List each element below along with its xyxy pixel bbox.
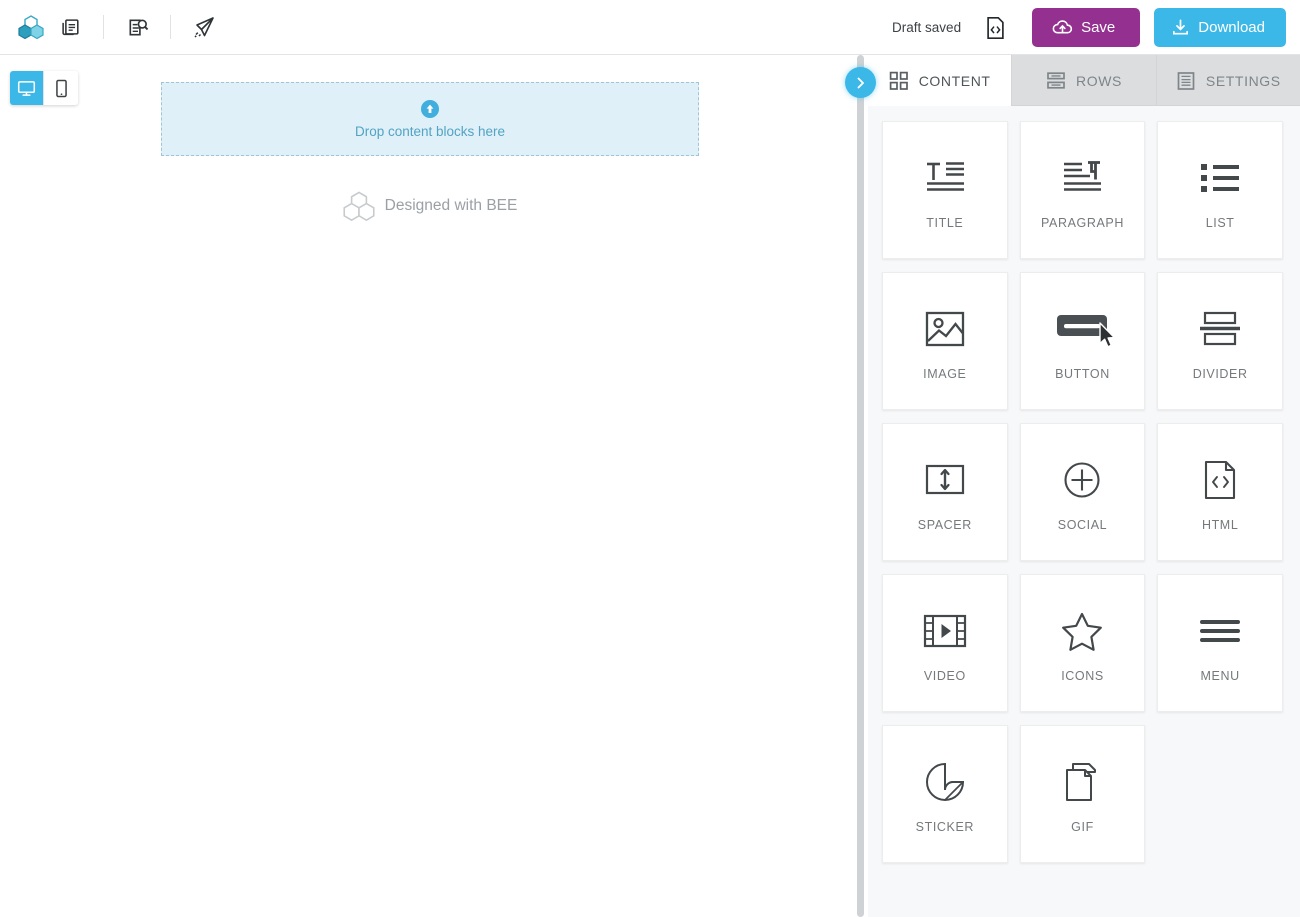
spacer-icon xyxy=(923,452,967,508)
sidebar-tabs: CONTENT ROWS SETTINGS xyxy=(868,55,1300,106)
download-icon xyxy=(1171,18,1190,37)
content-block-button[interactable]: BUTTON xyxy=(1019,272,1146,410)
content-block-paragraph[interactable]: PARAGRAPH xyxy=(1019,121,1146,259)
star-icon xyxy=(1061,603,1103,659)
content-block-gif[interactable]: GIF xyxy=(1019,725,1146,863)
pages-icon[interactable] xyxy=(48,7,92,47)
grid-icon xyxy=(889,71,909,91)
tab-settings[interactable]: SETTINGS xyxy=(1157,55,1300,106)
content-blocks-grid: TITLE PARAGRAPH LIST IMAGE BUTTON DIVIDE… xyxy=(868,106,1300,917)
save-button-label: Save xyxy=(1081,19,1116,36)
title-icon xyxy=(922,150,968,206)
content-block-label: GIF xyxy=(1071,820,1094,834)
paragraph-icon xyxy=(1059,150,1105,206)
content-block-label: TITLE xyxy=(926,216,964,230)
social-plus-icon xyxy=(1062,452,1102,508)
content-block-divider[interactable]: DIVIDER xyxy=(1157,272,1283,410)
content-block-label: PARAGRAPH xyxy=(1041,216,1124,230)
menu-hamburger-icon xyxy=(1198,603,1242,659)
content-block-label: SPACER xyxy=(917,518,972,532)
toolbar-separator xyxy=(103,15,104,39)
content-dropzone[interactable]: Drop content blocks here xyxy=(161,82,699,156)
toolbar-separator xyxy=(170,15,171,39)
content-block-label: BUTTON xyxy=(1055,367,1110,381)
content-block-label: VIDEO xyxy=(923,669,966,683)
sticker-icon xyxy=(923,754,967,810)
button-icon xyxy=(1055,301,1109,357)
panel-divider-scrollbar[interactable] xyxy=(856,55,868,917)
download-button[interactable]: Download xyxy=(1154,8,1286,47)
chevron-right-icon xyxy=(854,76,867,90)
design-stage: Drop content blocks here Designed with B… xyxy=(0,55,856,917)
video-icon xyxy=(922,603,968,659)
rows-icon xyxy=(1046,71,1066,91)
content-block-label: ICONS xyxy=(1061,669,1104,683)
content-block-spacer[interactable]: SPACER xyxy=(882,423,1008,561)
tab-rows[interactable]: ROWS xyxy=(1012,55,1157,106)
content-block-label: LIST xyxy=(1205,216,1235,230)
tab-settings-label: SETTINGS xyxy=(1205,72,1281,89)
content-block-label: IMAGE xyxy=(923,367,967,381)
image-icon xyxy=(924,301,966,357)
dropzone-label: Drop content blocks here xyxy=(354,123,506,139)
cloud-upload-icon xyxy=(1052,19,1073,36)
designed-with-bee-footer: Designed with BEE xyxy=(161,180,699,232)
editor-canvas: Drop content blocks here Designed with B… xyxy=(0,55,856,917)
content-block-sticker[interactable]: STICKER xyxy=(882,725,1008,863)
content-block-menu[interactable]: MENU xyxy=(1157,574,1283,712)
download-button-label: Download xyxy=(1198,19,1265,36)
content-block-video[interactable]: VIDEO xyxy=(882,574,1008,712)
preview-icon[interactable] xyxy=(115,7,159,47)
content-block-social[interactable]: SOCIAL xyxy=(1019,423,1146,561)
bee-cubes-logo xyxy=(343,191,375,221)
send-icon[interactable] xyxy=(182,7,226,47)
content-block-icons[interactable]: ICONS xyxy=(1019,574,1146,712)
top-toolbar: Draft saved Save Download xyxy=(0,0,1300,55)
right-sidebar: CONTENT ROWS SETTINGS TITLE PARAGRAPH LI… xyxy=(868,55,1300,917)
gif-pages-icon xyxy=(1062,754,1102,810)
divider-icon xyxy=(1198,301,1242,357)
list-icon xyxy=(1198,150,1242,206)
toolbar-right-group: Draft saved Save Download xyxy=(892,0,1286,55)
arrow-up-circle-icon xyxy=(421,99,439,118)
panel-collapse-button[interactable] xyxy=(845,67,876,98)
content-block-html[interactable]: HTML xyxy=(1157,423,1283,561)
content-block-label: HTML xyxy=(1201,518,1239,532)
content-block-image[interactable]: IMAGE xyxy=(882,272,1008,410)
content-block-title[interactable]: TITLE xyxy=(882,121,1008,259)
code-file-icon[interactable] xyxy=(980,13,1010,43)
tab-content-label: CONTENT xyxy=(918,72,991,89)
content-block-label: MENU xyxy=(1200,669,1240,683)
draft-status: Draft saved xyxy=(892,20,962,35)
bee-cubes-logo[interactable] xyxy=(14,10,48,44)
tab-rows-label: ROWS xyxy=(1076,72,1122,89)
content-block-list[interactable]: LIST xyxy=(1157,121,1283,259)
save-button[interactable]: Save xyxy=(1032,8,1141,47)
content-block-label: SOCIAL xyxy=(1057,518,1108,532)
settings-doc-icon xyxy=(1176,71,1196,91)
html-code-icon xyxy=(1202,452,1238,508)
content-block-label: DIVIDER xyxy=(1192,367,1248,381)
toolbar-left-group xyxy=(0,0,226,55)
divider-track[interactable] xyxy=(857,55,864,917)
tab-content[interactable]: CONTENT xyxy=(868,55,1013,106)
designed-with-bee-label: Designed with BEE xyxy=(384,197,518,214)
content-block-label: STICKER xyxy=(915,820,975,834)
bee-editor-app: Draft saved Save Download Drop content b… xyxy=(0,0,1300,917)
